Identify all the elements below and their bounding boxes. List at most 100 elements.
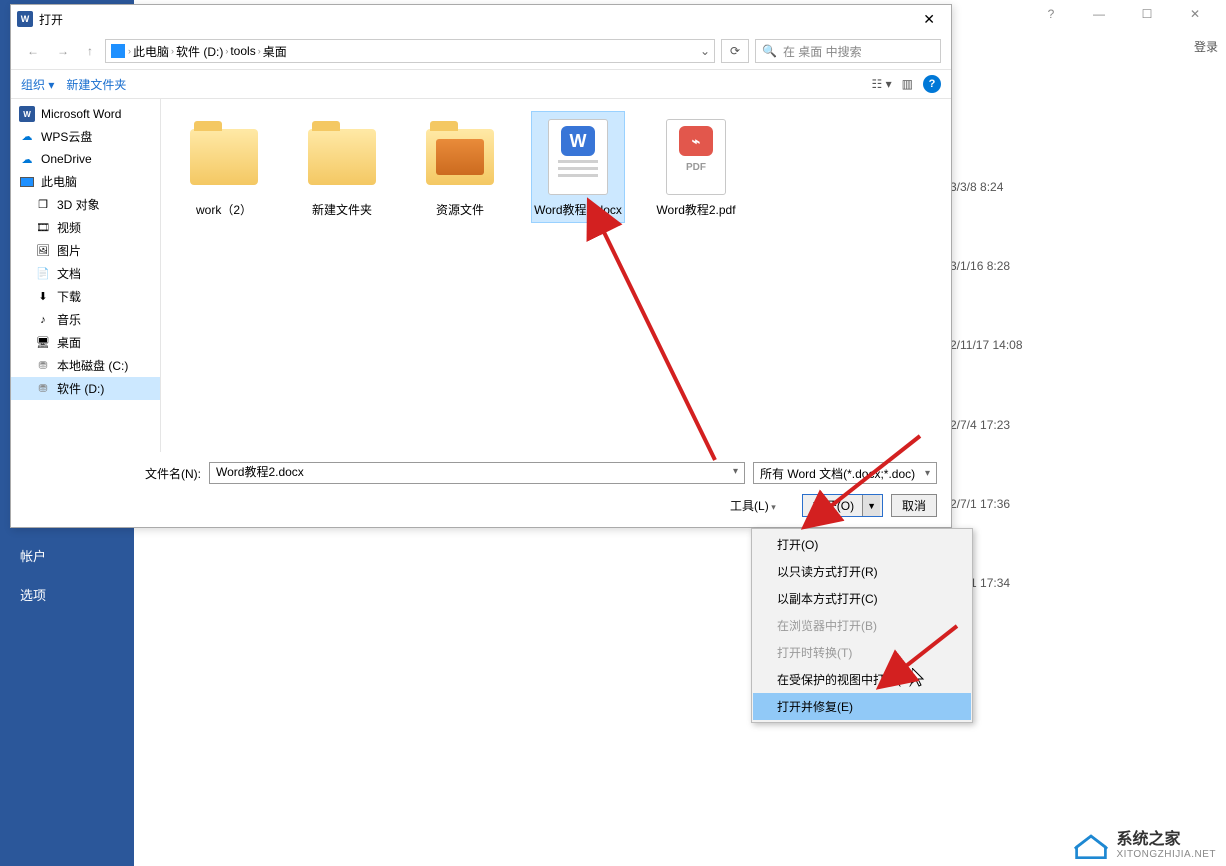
open-button[interactable]: 打开(O) ▼ [802, 494, 883, 517]
watermark-en: XITONGZHIJIA.NET [1117, 849, 1217, 860]
breadcrumb-item[interactable]: 此电脑 [133, 43, 169, 60]
video-icon: 🎞 [35, 220, 51, 236]
cloud-icon: ☁ [19, 129, 35, 145]
folder-icon [308, 129, 376, 185]
menu-item[interactable]: 以只读方式打开(R) [753, 558, 971, 585]
search-icon: 🔍 [762, 44, 777, 58]
dialog-nav: ← → ↑ › 此电脑 › 软件 (D:) › tools › 桌面 ⌄ ⟳ 🔍… [11, 33, 951, 69]
tools-menu[interactable]: 工具(L) [730, 497, 776, 514]
login-link[interactable]: 登录 [1194, 38, 1218, 55]
tree-item-documents[interactable]: 📄文档 [11, 262, 160, 285]
organize-menu[interactable]: 组织 ▾ [21, 76, 54, 93]
refresh-button[interactable]: ⟳ [721, 39, 749, 63]
drive-icon: ⛃ [35, 358, 51, 374]
menu-item[interactable]: 以副本方式打开(C) [753, 585, 971, 612]
back-button[interactable]: ← [21, 44, 45, 58]
folder-icon [190, 129, 258, 185]
tree-item-downloads[interactable]: ⬇下载 [11, 285, 160, 308]
pictures-icon: 🖼 [35, 243, 51, 259]
minimize-icon[interactable]: — [1078, 2, 1120, 26]
open-dropdown-menu: 打开(O)以只读方式打开(R)以副本方式打开(C)在浏览器中打开(B)打开时转换… [751, 528, 973, 723]
nav-tree: WMicrosoft Word ☁WPS云盘 ☁OneDrive 此电脑 ❒3D… [11, 99, 161, 452]
drive-icon [110, 43, 126, 59]
pdf-icon: ⌁PDF [666, 119, 726, 195]
tree-item-3d[interactable]: ❒3D 对象 [11, 193, 160, 216]
view-menu-icon[interactable]: ☷ ▾ [872, 77, 892, 91]
file-label: 新建文件夹 [312, 203, 372, 217]
breadcrumb-item[interactable]: 桌面 [263, 43, 287, 60]
file-label: Word教程2.pdf [656, 203, 735, 217]
cube-icon: ❒ [35, 197, 51, 213]
onedrive-icon: ☁ [19, 151, 35, 167]
menu-item[interactable]: 在受保护的视图中打开(P) [753, 666, 971, 693]
dialog-body: WMicrosoft Word ☁WPS云盘 ☁OneDrive 此电脑 ❒3D… [11, 99, 951, 452]
breadcrumb-item[interactable]: tools [230, 44, 255, 58]
cancel-button[interactable]: 取消 [891, 494, 937, 517]
new-folder-button[interactable]: 新建文件夹 [66, 76, 126, 93]
file-item-docx[interactable]: W Word教程2.docx [531, 111, 625, 223]
tree-item-video[interactable]: 🎞视频 [11, 216, 160, 239]
tree-item-drive-c[interactable]: ⛃本地磁盘 (C:) [11, 354, 160, 377]
up-button[interactable]: ↑ [81, 44, 99, 58]
chevron-right-icon: › [171, 46, 174, 56]
tree-item-word[interactable]: WMicrosoft Word [11, 103, 160, 125]
forward-button: → [51, 44, 75, 58]
tree-item-wps[interactable]: ☁WPS云盘 [11, 125, 160, 148]
pc-icon [19, 174, 35, 190]
file-item-folder[interactable]: 资源文件 [413, 111, 507, 223]
search-input[interactable]: 🔍 在 桌面 中搜索 [755, 39, 941, 63]
tree-item-music[interactable]: ♪音乐 [11, 308, 160, 331]
help-icon[interactable]: ? [1030, 2, 1072, 26]
list-item: 2/7/4 17:23 [950, 416, 1023, 435]
sidebar-item-account[interactable]: 帐户 [0, 536, 134, 575]
music-icon: ♪ [35, 312, 51, 328]
filetype-select[interactable]: 所有 Word 文档(*.docx;*.doc) [753, 462, 937, 484]
tree-item-drive-d[interactable]: ⛃软件 (D:) [11, 377, 160, 400]
tree-item-thispc[interactable]: 此电脑 [11, 170, 160, 193]
file-item-folder[interactable]: 新建文件夹 [295, 111, 389, 223]
word-icon: W [17, 11, 33, 27]
list-item: 3/3/8 8:24 [950, 178, 1023, 197]
tree-item-pictures[interactable]: 🖼图片 [11, 239, 160, 262]
chevron-right-icon: › [258, 46, 261, 56]
dialog-titlebar: W 打开 ✕ [11, 5, 951, 33]
file-list: work（2） 新建文件夹 资源文件 W Word教程2.docx ⌁PDF W… [161, 99, 951, 452]
tree-item-desktop[interactable]: 🖥桌面 [11, 331, 160, 354]
list-item: 2/7/1 17:36 [950, 495, 1023, 514]
chevron-right-icon: › [128, 46, 131, 56]
close-icon[interactable]: ✕ [1174, 2, 1216, 26]
chevron-right-icon: › [225, 46, 228, 56]
close-button[interactable]: ✕ [913, 11, 945, 28]
watermark: 系统之家 XITONGZHIJIA.NET [1073, 831, 1217, 860]
tree-item-onedrive[interactable]: ☁OneDrive [11, 148, 160, 170]
house-icon [1073, 832, 1109, 860]
drive-icon: ⛃ [35, 381, 51, 397]
maximize-icon[interactable]: ☐ [1126, 2, 1168, 26]
file-item-pdf[interactable]: ⌁PDF Word教程2.pdf [649, 111, 743, 223]
breadcrumb[interactable]: › 此电脑 › 软件 (D:) › tools › 桌面 ⌄ [105, 39, 715, 63]
folder-icon [426, 129, 494, 185]
menu-item: 打开时转换(T) [753, 639, 971, 666]
open-dialog: W 打开 ✕ ← → ↑ › 此电脑 › 软件 (D:) › tools › 桌… [10, 4, 952, 528]
menu-item[interactable]: 打开(O) [753, 531, 971, 558]
breadcrumb-item[interactable]: 软件 (D:) [176, 43, 223, 60]
open-split-button[interactable]: ▼ [862, 495, 880, 516]
file-label: 资源文件 [436, 203, 484, 217]
dialog-toolbar: 组织 ▾ 新建文件夹 ☷ ▾ ▥ ? [11, 69, 951, 99]
word-icon: W [19, 106, 35, 122]
sidebar-item-options[interactable]: 选项 [0, 575, 134, 614]
filename-input[interactable]: Word教程2.docx [209, 462, 745, 484]
desktop-icon: 🖥 [35, 335, 51, 351]
preview-pane-icon[interactable]: ▥ [902, 77, 913, 91]
menu-item[interactable]: 打开并修复(E) [753, 693, 971, 720]
search-placeholder: 在 桌面 中搜索 [783, 43, 862, 60]
menu-item: 在浏览器中打开(B) [753, 612, 971, 639]
filename-label: 文件名(N): [25, 465, 201, 482]
file-item-folder[interactable]: work（2） [177, 111, 271, 223]
dialog-title: 打开 [39, 11, 63, 28]
chevron-down-icon[interactable]: ⌄ [700, 44, 710, 58]
open-button-label: 打开(O) [813, 497, 854, 514]
documents-icon: 📄 [35, 266, 51, 282]
help-icon[interactable]: ? [923, 75, 941, 93]
dialog-footer: 文件名(N): Word教程2.docx 所有 Word 文档(*.docx;*… [11, 452, 951, 527]
